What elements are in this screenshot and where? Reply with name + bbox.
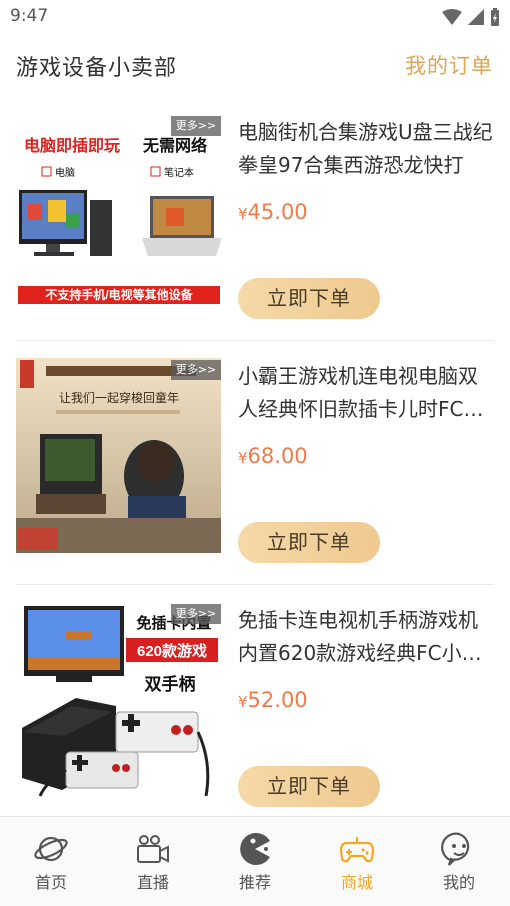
tab-recommend[interactable]: 推荐 [204, 817, 306, 906]
product-image[interactable]: 免插卡内置 620款游戏 双手柄 更多>> [16, 602, 221, 797]
tab-live[interactable]: 直播 [102, 817, 204, 906]
divider [16, 584, 494, 585]
tab-label: 推荐 [238, 873, 271, 892]
currency-symbol: ¥ [238, 205, 248, 223]
my-orders-link[interactable]: 我的订单 [405, 50, 493, 80]
tab-label: 我的 [442, 873, 475, 892]
signal-icon [468, 9, 484, 25]
wifi-icon [442, 9, 462, 25]
order-now-button[interactable]: 立即下单 [238, 766, 380, 807]
svg-text:电脑: 电脑 [55, 166, 75, 179]
more-tag[interactable]: 更多>> [171, 360, 221, 380]
price-value: 68.00 [247, 444, 308, 468]
more-tag[interactable]: 更多>> [171, 604, 221, 624]
tab-label: 直播 [136, 873, 169, 892]
product-title[interactable]: 电脑街机合集游戏U盘三战纪拳皇97合集西游恐龙快打 [238, 116, 494, 182]
divider [16, 340, 494, 341]
price-value: 45.00 [247, 200, 308, 224]
product-price: ¥45.00 [238, 200, 308, 224]
header: 游戏设备小卖部 我的订单 [0, 34, 510, 98]
order-now-button[interactable]: 立即下单 [238, 522, 380, 563]
product-image[interactable]: 电脑即插即玩 无需网络 电脑 笔记本 不支持手机/电视等其他设备 更多>> [16, 114, 221, 309]
tab-label: 商城 [340, 873, 373, 892]
tab-label: 首页 [34, 873, 67, 892]
tab-mall[interactable]: 商城 [306, 817, 408, 906]
planet-icon [34, 836, 68, 862]
product-image[interactable]: 让我们一起穿梭回童年 更多>> [16, 358, 221, 553]
product-item[interactable]: 电脑即插即玩 无需网络 电脑 笔记本 不支持手机/电视等其他设备 更多>> 电脑… [16, 114, 494, 340]
gamepad-icon [339, 837, 375, 863]
product-image-art: 免插卡内置 620款游戏 双手柄 [16, 602, 221, 797]
price-value: 52.00 [247, 688, 308, 712]
status-icons [442, 8, 500, 26]
video-camera-icon [137, 835, 169, 863]
currency-symbol: ¥ [238, 693, 248, 711]
status-bar: 9:47 [0, 0, 510, 34]
product-item[interactable]: 让我们一起穿梭回童年 更多>> 小霸王游戏机连电视电脑双人经典怀旧款插卡儿时FC… [16, 358, 494, 584]
product-price: ¥68.00 [238, 444, 308, 468]
svg-text:双手柄: 双手柄 [145, 674, 196, 694]
battery-icon [491, 8, 499, 26]
product-price: ¥52.00 [238, 688, 308, 712]
svg-text:620款游戏: 620款游戏 [137, 642, 207, 660]
product-image-art: 让我们一起穿梭回童年 [16, 358, 221, 553]
tab-me[interactable]: 我的 [408, 817, 510, 906]
page-title: 游戏设备小卖部 [16, 56, 178, 81]
user-face-icon [441, 832, 470, 866]
svg-text:让我们一起穿梭回童年: 让我们一起穿梭回童年 [59, 390, 179, 405]
order-now-button[interactable]: 立即下单 [238, 278, 380, 319]
product-title[interactable]: 小霸王游戏机连电视电脑双人经典怀旧款插卡儿时FC红白机 [238, 360, 494, 426]
product-title[interactable]: 免插卡连电视机手柄游戏机内置620款游戏经典FC小霸王 [238, 604, 494, 670]
pacman-icon [240, 833, 270, 865]
svg-text:无需网络: 无需网络 [142, 136, 207, 155]
currency-symbol: ¥ [238, 449, 248, 467]
status-time: 9:47 [10, 6, 49, 26]
svg-text:不支持手机/电视等其他设备: 不支持手机/电视等其他设备 [45, 287, 193, 302]
more-tag[interactable]: 更多>> [171, 116, 221, 136]
tab-home[interactable]: 首页 [0, 817, 102, 906]
product-image-art: 电脑即插即玩 无需网络 电脑 笔记本 不支持手机/电视等其他设备 [16, 114, 221, 309]
product-item[interactable]: 免插卡内置 620款游戏 双手柄 更多>> 免插卡连电视机手柄游戏机内置620款… [16, 602, 494, 828]
svg-text:笔记本: 笔记本 [164, 166, 194, 179]
svg-text:电脑即插即玩: 电脑即插即玩 [24, 136, 120, 155]
bottom-tab-bar: 首页 直播 推荐 商城 我的 [0, 816, 510, 906]
